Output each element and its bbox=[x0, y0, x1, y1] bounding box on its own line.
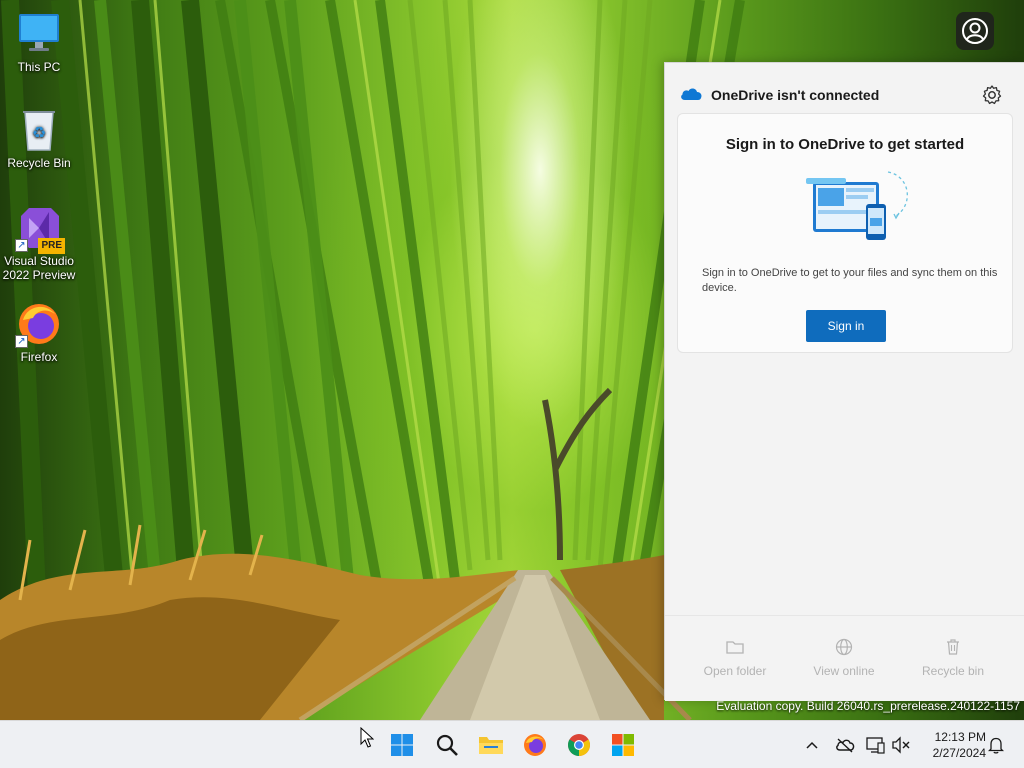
clock-button[interactable]: 12:13 PM 2/27/2024 bbox=[922, 729, 986, 761]
settings-gear-button[interactable] bbox=[980, 83, 1004, 107]
onedrive-tray-button[interactable] bbox=[835, 735, 855, 755]
network-button[interactable] bbox=[866, 735, 886, 755]
shortcut-arrow-icon: ↗ bbox=[15, 239, 28, 252]
recycle-bin-label: Recycle bin bbox=[921, 664, 985, 678]
recycle-bin-icon: ♻ bbox=[15, 106, 63, 154]
show-hidden-icons-button[interactable] bbox=[802, 735, 822, 755]
search-icon bbox=[436, 734, 458, 756]
desktop-icon-label: Visual Studio 2022 Preview bbox=[2, 254, 76, 282]
search-button[interactable] bbox=[431, 729, 463, 761]
desktop-icon-label: This PC bbox=[17, 60, 61, 74]
onedrive-offline-icon bbox=[836, 738, 855, 753]
chrome-icon bbox=[568, 734, 590, 756]
notification-bell-icon bbox=[988, 737, 1004, 754]
microsoft-store-icon bbox=[612, 734, 634, 756]
clock-date: 2/27/2024 bbox=[932, 746, 986, 760]
onedrive-status-title: OneDrive isn't connected bbox=[711, 87, 880, 103]
file-explorer-button[interactable] bbox=[475, 729, 507, 761]
microsoft-store-button[interactable] bbox=[607, 729, 639, 761]
evaluation-watermark: Evaluation copy. Build 26040.rs_prerelea… bbox=[716, 699, 1020, 713]
taskbar: 12:13 PM 2/27/2024 bbox=[0, 720, 1024, 768]
folder-icon bbox=[685, 636, 785, 658]
desktop-icon-label: Firefox bbox=[20, 350, 58, 364]
trash-icon bbox=[903, 636, 1003, 658]
onedrive-flyout: OneDrive isn't connected Sign in to OneD… bbox=[664, 62, 1024, 701]
clock-time: 12:13 PM bbox=[934, 730, 986, 744]
onedrive-footer-actions: Open folder View online Recycle bin bbox=[665, 615, 1024, 701]
onedrive-cloud-icon bbox=[679, 85, 703, 106]
signin-description: Sign in to OneDrive to get to your files… bbox=[702, 267, 998, 294]
visual-studio-icon: PRE ↗ bbox=[15, 204, 65, 254]
monitor-icon bbox=[15, 10, 63, 58]
signin-card: Sign in to OneDrive to get started Sign … bbox=[677, 113, 1013, 353]
preview-badge: PRE bbox=[38, 238, 65, 254]
mouse-cursor-icon bbox=[360, 726, 375, 754]
desktop-icon-visual-studio[interactable]: PRE ↗ Visual Studio 2022 Preview bbox=[0, 204, 78, 282]
volume-muted-icon bbox=[892, 736, 910, 754]
view-online-label: View online bbox=[813, 664, 875, 678]
view-online-button[interactable]: View online bbox=[794, 636, 894, 678]
chrome-button[interactable] bbox=[563, 729, 595, 761]
desktop-icon-this-pc[interactable]: This PC bbox=[0, 10, 78, 74]
notifications-button[interactable] bbox=[986, 735, 1006, 755]
file-explorer-icon bbox=[479, 737, 503, 754]
desktop-icon-firefox[interactable]: ↗ Firefox bbox=[0, 300, 78, 364]
firefox-taskbar-button[interactable] bbox=[519, 729, 551, 761]
desktop-icon-recycle-bin[interactable]: ♻ Recycle Bin bbox=[0, 106, 78, 170]
start-icon bbox=[391, 734, 413, 756]
firefox-icon: ↗ bbox=[15, 300, 63, 348]
shortcut-arrow-icon: ↗ bbox=[15, 335, 28, 348]
globe-icon bbox=[794, 636, 894, 658]
desktop-icon-label: Recycle Bin bbox=[7, 156, 71, 170]
sync-devices-illustration bbox=[778, 164, 918, 259]
volume-button[interactable] bbox=[891, 735, 911, 755]
recycle-bin-button[interactable]: Recycle bin bbox=[903, 636, 1003, 678]
network-icon bbox=[866, 737, 885, 754]
open-folder-button[interactable]: Open folder bbox=[685, 636, 785, 678]
account-button[interactable] bbox=[956, 12, 994, 50]
sign-in-button[interactable]: Sign in bbox=[806, 310, 886, 342]
firefox-icon bbox=[524, 734, 546, 756]
signin-card-title: Sign in to OneDrive to get started bbox=[725, 136, 965, 153]
gear-icon bbox=[982, 85, 1002, 105]
start-button[interactable] bbox=[386, 729, 418, 761]
svg-text:♻: ♻ bbox=[32, 123, 46, 142]
open-folder-label: Open folder bbox=[703, 664, 767, 678]
chevron-up-icon bbox=[806, 741, 818, 749]
person-icon bbox=[962, 18, 988, 44]
